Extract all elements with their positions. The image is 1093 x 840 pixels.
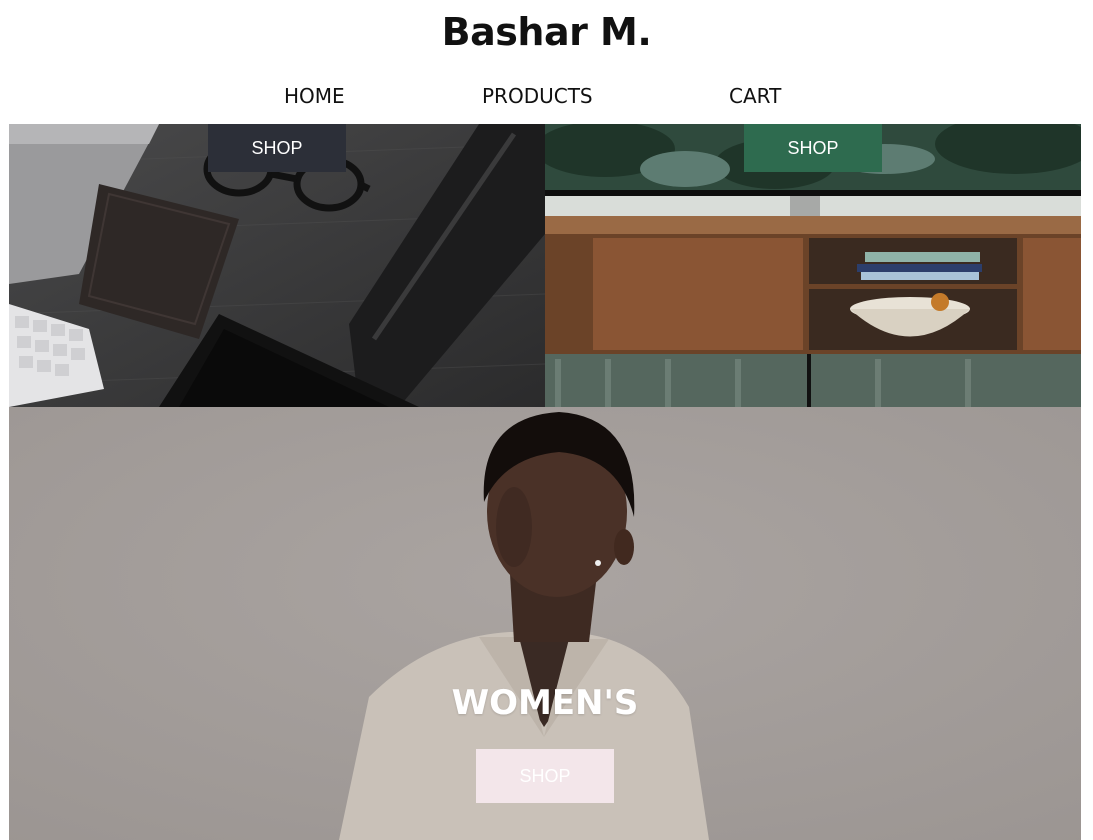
womens-category-tile[interactable]: WOMEN'S SHOP (9, 407, 1081, 840)
home-shop-button[interactable]: SHOP (744, 124, 882, 172)
accessories-category-tile[interactable]: SHOP (9, 124, 545, 407)
womens-shop-button[interactable]: SHOP (476, 749, 614, 803)
womens-title: WOMEN'S (451, 683, 639, 723)
nav-cart-link[interactable]: CART (729, 84, 781, 108)
nav-products-link[interactable]: PRODUCTS (482, 84, 593, 108)
site-header: Bashar M. HOME PRODUCTS CART (0, 0, 1093, 124)
main-nav: HOME PRODUCTS CART (0, 84, 1093, 112)
home-category-tile[interactable]: SHOP (545, 124, 1081, 407)
accessories-shop-button[interactable]: SHOP (208, 124, 346, 172)
brand-title[interactable]: Bashar M. (0, 10, 1093, 54)
nav-home-link[interactable]: HOME (284, 84, 345, 108)
